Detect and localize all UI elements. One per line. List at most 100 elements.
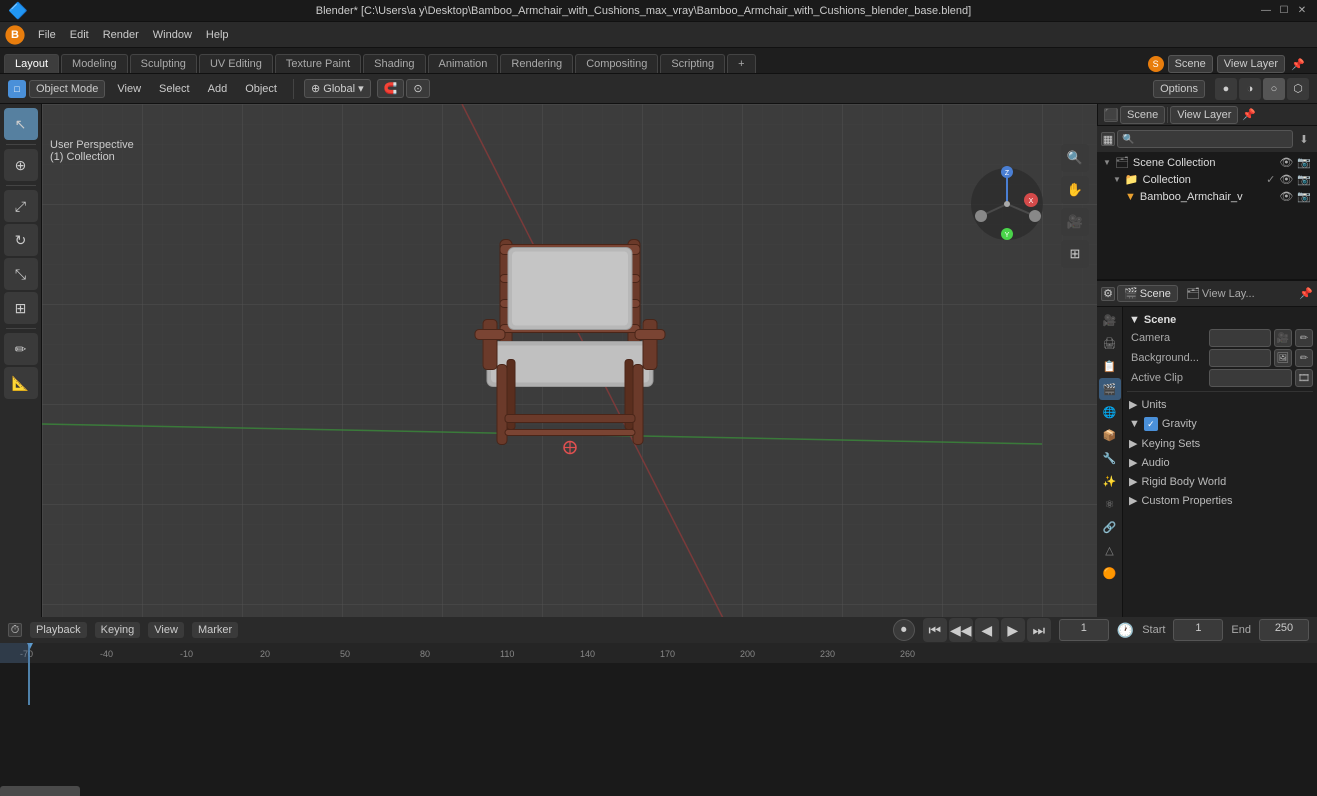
options-dropdown[interactable]: Options [1153,80,1205,98]
scene-collection-render-icon[interactable]: 📷 [1297,156,1311,169]
camera-prop-value[interactable] [1209,329,1271,347]
ortho-view-btn[interactable]: ⊞ [1061,240,1089,268]
props-scene-tab[interactable]: 🎬 Scene [1117,285,1178,302]
zoom-to-fit-btn[interactable]: 🔍 [1061,144,1089,172]
timeline-scroll-thumb[interactable] [0,786,80,796]
collection-vis-icon[interactable]: 👁 [1279,173,1293,186]
viewport[interactable]: User Perspective (1) Collection [42,104,1097,617]
cursor-tool-btn[interactable]: ⊕ [4,149,38,181]
jump-end-btn[interactable]: ⏭ [1027,618,1051,642]
camera-prop-icon[interactable]: 🎥 [1274,329,1292,347]
tab-uv-editing[interactable]: UV Editing [199,54,273,73]
jump-start-btn[interactable]: ⏮ [923,618,947,642]
timeline-scrollbar[interactable] [0,784,1317,796]
marker-btn[interactable]: Marker [192,622,238,638]
custom-props-section-header[interactable]: ▶ Custom Properties [1127,491,1313,510]
maximize-button[interactable]: ☐ [1277,4,1291,18]
object-mode-dropdown[interactable]: Object Mode [29,80,105,98]
view-menu[interactable]: View [111,81,147,97]
material-props-icon[interactable]: 🟠 [1099,562,1121,584]
viewlayer-pin-icon[interactable]: 📌 [1242,108,1256,121]
background-prop-edit-icon[interactable]: ✏ [1295,349,1313,367]
menu-window[interactable]: Window [147,27,198,43]
editor-type-icon[interactable]: ⬛ [1104,108,1118,122]
view-dropdown[interactable]: View [148,622,184,638]
end-frame-input[interactable]: 250 [1259,619,1309,641]
menu-render[interactable]: Render [97,27,145,43]
menu-edit[interactable]: Edit [64,27,95,43]
solid-shading-btn[interactable]: ● [1215,78,1237,100]
tab-layout[interactable]: Layout [4,54,59,73]
rotate-tool-btn[interactable]: ↻ [4,224,38,256]
current-frame-input[interactable]: 1 [1059,619,1109,641]
tab-scripting[interactable]: Scripting [660,54,725,73]
scale-tool-btn[interactable]: ⤡ [4,258,38,290]
props-pin-icon[interactable]: 📌 [1299,287,1313,300]
props-editor-icon[interactable]: ⚙ [1101,287,1115,301]
tab-rendering[interactable]: Rendering [500,54,573,73]
move-tool-btn[interactable]: ⤢ [4,190,38,222]
physics-props-icon[interactable]: ⚛ [1099,493,1121,515]
scene-props-icon[interactable]: 🎬 [1099,378,1121,400]
outliner-collection[interactable]: ▼ 📁 Collection ✓ 👁 📷 [1097,171,1317,188]
gravity-section-header[interactable]: ▼ ✓ Gravity [1127,414,1313,434]
menu-file[interactable]: File [32,27,62,43]
pan-tool-btn[interactable]: ✋ [1061,176,1089,204]
transform-tool-btn[interactable]: ⊞ [4,292,38,324]
rendered-shading-btn[interactable]: ○ [1263,78,1285,100]
keying-dropdown[interactable]: Keying [95,622,141,638]
tab-modeling[interactable]: Modeling [61,54,128,73]
timeline-track[interactable]: -70 -40 -10 20 50 80 110 140 170 200 230… [0,643,1317,796]
outliner-filter-icon[interactable]: ⬇ [1295,130,1313,148]
viewlayer-name-dropdown[interactable]: View Layer [1170,106,1238,124]
audio-section-header[interactable]: ▶ Audio [1127,453,1313,472]
scene-dropdown[interactable]: Scene [1168,55,1213,73]
modifier-props-icon[interactable]: 🔧 [1099,447,1121,469]
object-vis-icon[interactable]: 👁 [1279,190,1293,203]
object-render-icon[interactable]: 📷 [1297,190,1311,203]
select-tool-btn[interactable]: ↖ [4,108,38,140]
viewlayer-props-icon[interactable]: 📋 [1099,355,1121,377]
close-button[interactable]: ✕ [1295,4,1309,18]
tab-sculpting[interactable]: Sculpting [130,54,197,73]
outliner-object[interactable]: ▼ Bamboo_Armchair_v 👁 📷 [1097,188,1317,205]
collection-checkbox-icon[interactable]: ✓ [1266,173,1275,186]
object-menu[interactable]: Object [239,81,283,97]
rigid-body-section-header[interactable]: ▶ Rigid Body World [1127,472,1313,491]
collection-render-icon[interactable]: 📷 [1297,173,1311,186]
scene-section-header[interactable]: ▼ Scene [1127,311,1313,329]
tab-shading[interactable]: Shading [363,54,425,73]
data-props-icon[interactable]: △ [1099,539,1121,561]
play-reverse-btn[interactable]: ◀ [975,618,999,642]
outliner-search-input[interactable] [1117,130,1293,148]
props-viewlayer-tab[interactable]: 🗂 View Lay... [1180,286,1261,301]
outliner-editor-icon[interactable]: ▦ [1101,132,1115,146]
select-menu[interactable]: Select [153,81,196,97]
constraints-props-icon[interactable]: 🔗 [1099,516,1121,538]
render-props-icon[interactable]: 🎥 [1099,309,1121,331]
gravity-checkbox[interactable]: ✓ [1144,417,1158,431]
minimize-button[interactable]: — [1259,4,1273,18]
wireframe-shading-btn[interactable]: ⬡ [1287,78,1309,100]
camera-prop-edit-icon[interactable]: ✏ [1295,329,1313,347]
scene-name-dropdown[interactable]: Scene [1120,106,1165,124]
outliner-scene-collection[interactable]: ▼ 🗂 Scene Collection 👁 📷 [1097,154,1317,171]
record-button[interactable]: ⏺ [893,619,915,641]
navigation-gizmo[interactable]: Z X Y [967,164,1047,244]
background-prop-value[interactable] [1209,349,1271,367]
measure-tool-btn[interactable]: 📐 [4,367,38,399]
output-props-icon[interactable]: 🖨 [1099,332,1121,354]
background-prop-icon[interactable]: 🖼 [1274,349,1292,367]
camera-view-btn[interactable]: 🎥 [1061,208,1089,236]
playback-dropdown[interactable]: Playback [30,622,87,638]
keying-sets-section-header[interactable]: ▶ Keying Sets [1127,434,1313,453]
particles-props-icon[interactable]: ✨ [1099,470,1121,492]
active-clip-prop-icon[interactable]: 🎞 [1295,369,1313,387]
add-menu[interactable]: Add [202,81,234,97]
start-frame-input[interactable]: 1 [1173,619,1223,641]
active-clip-prop-value[interactable] [1209,369,1292,387]
timeline-editor-icon[interactable]: ⏱ [8,623,22,637]
snap-dropdown[interactable]: 🧲 [377,79,405,98]
menu-help[interactable]: Help [200,27,235,43]
proportional-dropdown[interactable]: ⊙ [406,79,429,98]
